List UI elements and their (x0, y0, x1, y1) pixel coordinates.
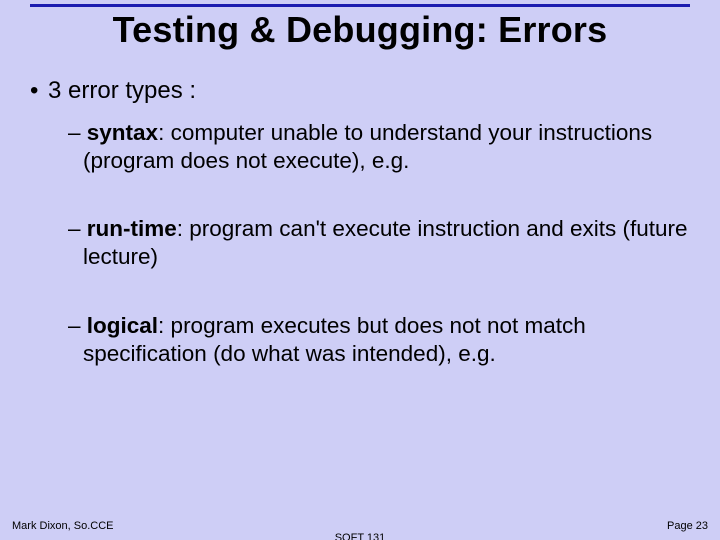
term-desc: : program executes but does not not matc… (83, 313, 586, 366)
slide-title: Testing & Debugging: Errors (30, 9, 690, 55)
term-desc: : computer unable to understand your ins… (83, 120, 652, 173)
slide-body: •3 error types : – syntax: computer unab… (0, 55, 720, 368)
bullet-icon: • (30, 77, 48, 105)
heading-text: 3 error types : (48, 77, 196, 104)
dash-icon: – (68, 120, 87, 145)
title-area: Testing & Debugging: Errors (0, 0, 720, 55)
dash-icon: – (68, 313, 87, 338)
dash-icon: – (68, 216, 87, 241)
sub-item: – syntax: computer unable to understand … (68, 119, 690, 175)
bullet-heading: •3 error types : (30, 77, 690, 105)
term: run-time (87, 216, 177, 241)
slide: Testing & Debugging: Errors •3 error typ… (0, 0, 720, 540)
footer-right: Page 23 (667, 520, 708, 532)
term: logical (87, 313, 158, 338)
title-rule (30, 4, 690, 7)
term: syntax (87, 120, 158, 145)
sub-item: – logical: program executes but does not… (68, 312, 690, 368)
footer-center: SOFT 131 (0, 532, 720, 540)
footer-left: Mark Dixon, So.CCE (12, 520, 113, 532)
sub-item: – run-time: program can't execute instru… (68, 215, 690, 271)
